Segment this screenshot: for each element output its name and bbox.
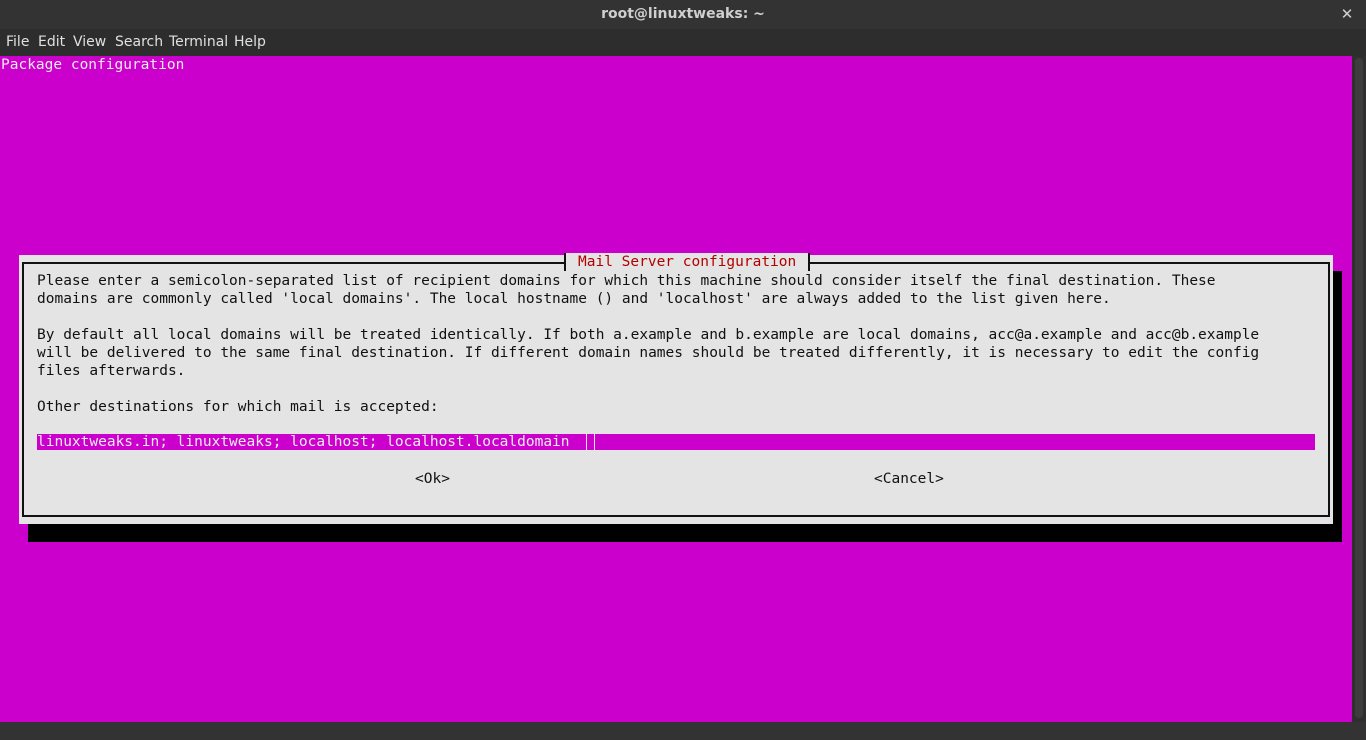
window-bottom-edge	[0, 722, 1366, 740]
scrollbar-thumb[interactable]	[1355, 58, 1363, 718]
ok-button[interactable]: <Ok>	[415, 470, 450, 488]
destinations-input[interactable]: linuxtweaks.in; linuxtweaks; localhost; …	[37, 434, 1315, 450]
window-title: root@linuxtweaks: ~	[601, 6, 765, 22]
menu-search[interactable]: Search	[115, 29, 163, 56]
terminal-area[interactable]: Package configuration Mail Server config…	[0, 56, 1352, 722]
text-cursor	[586, 434, 595, 450]
window-titlebar: root@linuxtweaks: ~ ✕	[0, 0, 1366, 29]
cancel-button[interactable]: <Cancel>	[874, 470, 944, 488]
description-line: By default all local domains will be tre…	[37, 327, 1260, 343]
description-line: files afterwards.	[37, 363, 186, 379]
menu-bar: File Edit View Search Terminal Help	[0, 29, 1366, 56]
menu-help[interactable]: Help	[234, 29, 266, 56]
menu-view[interactable]: View	[73, 29, 106, 56]
package-configuration-header: Package configuration	[1, 57, 185, 73]
destinations-input-value: linuxtweaks.in; linuxtweaks; localhost; …	[37, 434, 570, 450]
menu-terminal[interactable]: Terminal	[169, 29, 228, 56]
description-line: domains are commonly called 'local domai…	[37, 291, 1111, 307]
close-icon[interactable]: ✕	[1336, 0, 1358, 29]
dialog-title: Mail Server configuration	[564, 253, 811, 271]
description-line: will be delivered to the same final dest…	[37, 345, 1260, 361]
menu-file[interactable]: File	[6, 29, 29, 56]
terminal-scrollbar[interactable]	[1352, 56, 1366, 722]
mail-server-dialog: Mail Server configuration Please enter a…	[19, 253, 1333, 524]
description-line: Please enter a semicolon-separated list …	[37, 273, 1216, 289]
menu-edit[interactable]: Edit	[38, 29, 65, 56]
input-prompt: Other destinations for which mail is acc…	[37, 399, 439, 415]
